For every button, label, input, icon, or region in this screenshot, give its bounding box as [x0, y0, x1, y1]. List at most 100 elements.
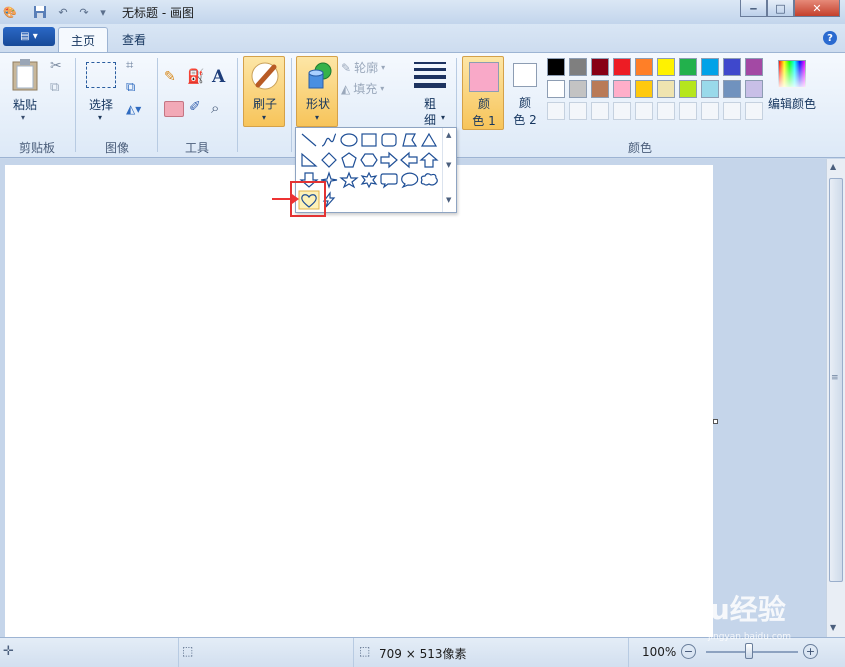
canvas-resize-handle[interactable] [713, 419, 718, 424]
oval-callout-shape-icon[interactable] [401, 172, 419, 189]
expand-gallery-icon[interactable]: ▼ [446, 196, 451, 204]
rotate-icon[interactable]: ◭▾ [126, 102, 141, 116]
gallery-scroll[interactable]: ▲ ▼ ▼ [442, 128, 456, 212]
custom-color-slot[interactable] [613, 102, 631, 120]
size-label-line2: 细 [423, 113, 436, 127]
palette-swatch[interactable] [723, 80, 741, 98]
brushes-button[interactable]: 刷子 ▾ [243, 56, 285, 127]
custom-color-slot[interactable] [657, 102, 675, 120]
triangle-shape-icon[interactable] [420, 132, 438, 147]
canvas-size-icon: ⬚ [359, 644, 371, 658]
polygon-shape-icon[interactable] [402, 133, 418, 147]
chevron-down-icon: ▾ [262, 113, 267, 122]
chevron-down-icon: ▾ [315, 113, 320, 122]
palette-swatch[interactable] [657, 58, 675, 76]
palette-swatch[interactable] [745, 80, 763, 98]
custom-color-slot[interactable] [745, 102, 763, 120]
pentagon-shape-icon[interactable] [341, 152, 357, 168]
maximize-button[interactable]: □ [767, 0, 794, 17]
palette-swatch[interactable] [679, 80, 697, 98]
cloud-callout-shape-icon[interactable] [420, 173, 438, 186]
curve-shape-icon[interactable] [321, 133, 337, 147]
fill-bucket-icon[interactable]: ⛽ [187, 69, 207, 89]
window-title: 无标题 - 画图 [122, 6, 194, 20]
scroll-down-icon[interactable]: ▼ [446, 161, 451, 169]
scroll-up-icon[interactable]: ▲ [446, 131, 451, 139]
close-button[interactable]: ✕ [794, 0, 840, 17]
resize-icon[interactable]: ⧉ [126, 80, 135, 95]
palette-swatch[interactable] [591, 58, 609, 76]
tab-view[interactable]: 查看 [110, 27, 158, 52]
hexagon-shape-icon[interactable] [360, 153, 378, 167]
palette-swatch[interactable] [723, 58, 741, 76]
paste-button[interactable]: 粘贴 ▾ [10, 58, 44, 122]
zoom-out-button[interactable]: − [681, 644, 696, 659]
undo-icon[interactable]: ↶ [55, 4, 71, 20]
right-triangle-shape-icon[interactable] [301, 152, 318, 167]
help-icon[interactable]: ? [823, 31, 837, 45]
zoom-in-button[interactable]: + [803, 644, 818, 659]
paint-app-icon[interactable]: 🎨 [2, 4, 18, 20]
palette-swatch[interactable] [547, 80, 565, 98]
scroll-down-icon[interactable]: ▼ [830, 623, 836, 632]
palette-swatch[interactable] [591, 80, 609, 98]
line-shape-icon[interactable] [301, 133, 317, 147]
size-button[interactable]: 粗 细 ▾ [410, 58, 450, 128]
color-picker-icon[interactable]: ✐ [189, 99, 201, 115]
palette-swatch[interactable] [569, 80, 587, 98]
rounded-callout-shape-icon[interactable] [380, 173, 398, 189]
custom-color-slot[interactable] [679, 102, 697, 120]
save-icon[interactable] [32, 4, 48, 20]
shapes-button[interactable]: 形状 ▾ [296, 56, 338, 127]
custom-color-slot[interactable] [723, 102, 741, 120]
palette-swatch[interactable] [569, 58, 587, 76]
redo-icon[interactable]: ↷ [76, 4, 92, 20]
eraser-icon[interactable] [164, 101, 184, 117]
palette-swatch[interactable] [701, 80, 719, 98]
palette-swatch[interactable] [547, 58, 565, 76]
color1-button[interactable]: 颜 色 1 [462, 56, 504, 130]
palette-swatch[interactable] [679, 58, 697, 76]
select-button[interactable]: 选择 ▾ [84, 60, 118, 122]
custom-color-slot[interactable] [635, 102, 653, 120]
rounded-rectangle-shape-icon[interactable] [381, 133, 397, 147]
palette-swatch[interactable] [613, 58, 631, 76]
diamond-shape-icon[interactable] [321, 152, 337, 168]
crop-icon[interactable]: ⌗ [126, 58, 133, 73]
five-point-star-shape-icon[interactable] [339, 171, 359, 189]
palette-swatch[interactable] [635, 80, 653, 98]
fill-dropdown[interactable]: ◭ 填充 ▾ [341, 80, 384, 97]
text-tool-icon[interactable]: A [212, 67, 225, 87]
drawing-canvas[interactable] [5, 165, 713, 637]
tab-home[interactable]: 主页 [58, 27, 109, 52]
scroll-up-icon[interactable]: ▲ [830, 162, 836, 171]
group-separator [237, 58, 238, 152]
magnifier-icon[interactable]: ⌕ [211, 99, 219, 117]
minimize-button[interactable]: ‒ [740, 0, 767, 17]
palette-swatch[interactable] [657, 80, 675, 98]
paint-menu-button[interactable]: ▤ ▾ [3, 27, 55, 46]
custom-color-slot[interactable] [591, 102, 609, 120]
palette-swatch[interactable] [701, 58, 719, 76]
right-arrow-shape-icon[interactable] [380, 151, 398, 169]
copy-icon[interactable]: ⧉ [50, 80, 59, 95]
customize-toolbar-icon[interactable]: ▾ [95, 4, 111, 20]
edit-colors-button[interactable]: 编辑颜色 [766, 58, 818, 118]
custom-color-slot[interactable] [569, 102, 587, 120]
zoom-slider-thumb[interactable] [745, 643, 753, 659]
color2-button[interactable]: 颜 色 2 [506, 58, 544, 130]
up-arrow-shape-icon[interactable] [419, 152, 439, 168]
vertical-scrollbar[interactable]: ▲ ≡ ▼ [826, 159, 845, 637]
palette-swatch[interactable] [635, 58, 653, 76]
custom-color-slot[interactable] [547, 102, 565, 120]
outline-dropdown[interactable]: ✎ 轮廓 ▾ [341, 59, 385, 76]
rectangle-shape-icon[interactable] [361, 133, 377, 147]
palette-swatch[interactable] [745, 58, 763, 76]
six-point-star-shape-icon[interactable] [360, 171, 378, 189]
pencil-icon[interactable]: ✎ [164, 69, 184, 89]
palette-swatch[interactable] [613, 80, 631, 98]
left-arrow-shape-icon[interactable] [400, 151, 418, 169]
oval-shape-icon[interactable] [340, 133, 358, 147]
cut-icon[interactable]: ✂ [50, 58, 62, 74]
custom-color-slot[interactable] [701, 102, 719, 120]
